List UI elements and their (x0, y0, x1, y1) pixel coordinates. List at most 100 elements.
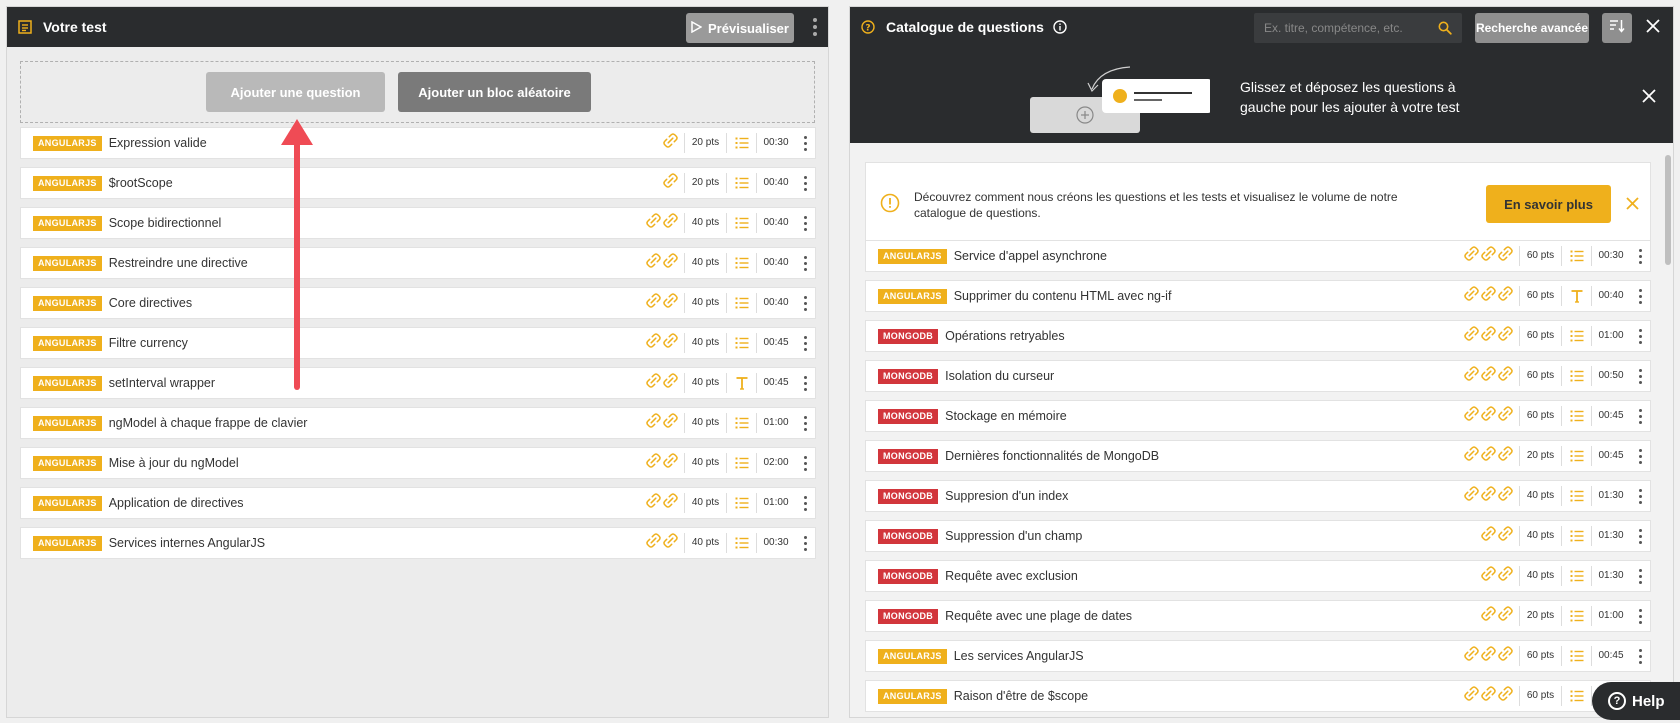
text-type-icon (727, 373, 757, 393)
question-options-icon[interactable] (800, 375, 810, 391)
help-circle-icon[interactable]: ? (860, 19, 876, 35)
add-question-button[interactable]: Ajouter une question (206, 72, 385, 112)
question-row[interactable]: ANGULARJS Application de directives 40 pts… (20, 487, 816, 519)
difficulty-icon (1481, 406, 1496, 426)
question-title: Supprimer du contenu HTML avec ng-if (953, 289, 1172, 303)
close-banner-icon[interactable] (1642, 89, 1656, 103)
question-row[interactable]: ANGULARJS setInterval wrapper 40 pts 00:45 (20, 367, 816, 399)
question-options-icon[interactable] (800, 415, 810, 431)
question-duration: 01:00 (1598, 610, 1624, 621)
question-row[interactable]: ANGULARJS Filtre currency 40 pts 00:45 (20, 327, 816, 359)
question-row[interactable]: MONGODB Isolation du curseur 60 pts 00:50 (865, 360, 1651, 392)
question-row[interactable]: ANGULARJS Supprimer du contenu HTML avec … (865, 280, 1651, 312)
question-row[interactable]: MONGODB Suppresion d'un index 40 pts 01:30 (865, 480, 1651, 512)
question-points: 40 pts (685, 493, 727, 513)
question-options-icon[interactable] (1635, 648, 1645, 664)
question-points: 40 pts (1520, 526, 1562, 546)
question-tag: ANGULARJS (33, 375, 102, 391)
question-options-icon[interactable] (800, 455, 810, 471)
advanced-search-button[interactable]: Recherche avancée (1475, 13, 1589, 43)
multiple-choice-icon (727, 493, 757, 513)
test-panel-title: Votre test (43, 19, 107, 35)
question-options-icon[interactable] (1635, 368, 1645, 384)
question-options-icon[interactable] (1635, 408, 1645, 424)
question-row[interactable]: MONGODB Dernières fonctionnalités de Mong… (865, 440, 1651, 472)
question-row[interactable]: ANGULARJS Les services AngularJS 60 pts 00:… (865, 640, 1651, 672)
catalog-scrollbar[interactable] (1665, 155, 1671, 715)
difficulty-icon (1481, 646, 1496, 666)
question-options-icon[interactable] (800, 335, 810, 351)
multiple-choice-icon (1562, 446, 1592, 466)
question-options-icon[interactable] (800, 535, 810, 551)
question-duration: 00:40 (763, 257, 789, 268)
question-options-icon[interactable] (800, 295, 810, 311)
close-catalog-icon[interactable] (1646, 19, 1660, 33)
question-row[interactable]: ANGULARJS $rootScope 20 pts 00:40 (20, 167, 816, 199)
search-icon[interactable] (1438, 21, 1452, 40)
drop-zone[interactable]: Ajouter une question Ajouter un bloc alé… (20, 61, 815, 123)
question-row[interactable]: ANGULARJS Scope bidirectionnel 40 pts 00:40 (20, 207, 816, 239)
scrollbar-thumb[interactable] (1665, 155, 1671, 265)
info-icon[interactable] (1052, 19, 1068, 35)
question-duration: 00:45 (1598, 450, 1624, 461)
preview-button[interactable]: Prévisualiser (686, 13, 794, 43)
test-options-icon[interactable] (810, 18, 820, 36)
question-title: Mise à jour du ngModel (108, 456, 239, 470)
question-options-icon[interactable] (1635, 288, 1645, 304)
question-options-icon[interactable] (800, 215, 810, 231)
question-tag: MONGODB (878, 488, 939, 504)
question-row[interactable]: ANGULARJS Service d'appel asynchrone 60 pt… (865, 240, 1651, 272)
question-options-icon[interactable] (800, 255, 810, 271)
multiple-choice-icon (1562, 606, 1592, 626)
question-options-icon[interactable] (1635, 488, 1645, 504)
add-random-block-button[interactable]: Ajouter un bloc aléatoire (398, 72, 591, 112)
question-row[interactable]: ANGULARJS Restreindre une directive 40 pts… (20, 247, 816, 279)
multiple-choice-icon (1562, 686, 1592, 706)
difficulty-indicator (1464, 406, 1520, 426)
question-duration: 00:30 (763, 137, 789, 148)
question-tag: ANGULARJS (878, 648, 947, 664)
question-meta: 20 pts 01:00 (1481, 601, 1650, 631)
question-options-icon[interactable] (800, 135, 810, 151)
question-row[interactable]: ANGULARJS Mise à jour du ngModel 40 pts 02:… (20, 447, 816, 479)
question-meta: 60 pts 00:50 (1464, 361, 1650, 391)
multiple-choice-icon (727, 533, 757, 553)
learn-more-button[interactable]: En savoir plus (1486, 185, 1611, 223)
question-row[interactable]: MONGODB Stockage en mémoire 60 pts 00:45 (865, 400, 1651, 432)
question-options-icon[interactable] (1635, 608, 1645, 624)
question-points: 60 pts (1520, 366, 1562, 386)
close-info-icon[interactable] (1626, 197, 1639, 210)
question-options-icon[interactable] (1635, 568, 1645, 584)
sort-button[interactable] (1602, 13, 1632, 43)
question-points: 60 pts (1520, 246, 1562, 266)
question-row[interactable]: ANGULARJS Expression valide 20 pts 00:30 (20, 127, 816, 159)
question-row[interactable]: ANGULARJS Raison d'être de $scope 60 pts (865, 680, 1651, 712)
warning-circle-icon (880, 193, 900, 218)
difficulty-icon (1481, 446, 1496, 466)
question-row[interactable]: MONGODB Suppression d'un champ 40 pts 01:30 (865, 520, 1651, 552)
question-row[interactable]: ANGULARJS Core directives 40 pts 00:40 (20, 287, 816, 319)
question-options-icon[interactable] (1635, 328, 1645, 344)
multiple-choice-icon (1562, 246, 1592, 266)
multiple-choice-icon (727, 293, 757, 313)
question-meta: 60 pts 00:40 (1464, 281, 1650, 311)
question-options-icon[interactable] (1635, 248, 1645, 264)
difficulty-icon (1498, 326, 1513, 346)
question-tag: ANGULARJS (33, 295, 102, 311)
question-row[interactable]: MONGODB Requête avec une plage de dates 20… (865, 600, 1651, 632)
question-row[interactable]: MONGODB Opérations retryables 60 pts 01:00 (865, 320, 1651, 352)
question-options-icon[interactable] (800, 175, 810, 191)
question-points: 40 pts (1520, 566, 1562, 586)
question-row[interactable]: ANGULARJS ngModel à chaque frappe de clav… (20, 407, 816, 439)
question-title: Services internes AngularJS (108, 536, 266, 550)
question-options-icon[interactable] (800, 495, 810, 511)
help-button[interactable]: ? Help (1592, 682, 1680, 720)
question-row[interactable]: MONGODB Requête avec exclusion 40 pts 01:30 (865, 560, 1651, 592)
search-input[interactable] (1264, 21, 1434, 35)
difficulty-indicator (1464, 446, 1520, 466)
question-options-icon[interactable] (1635, 448, 1645, 464)
difficulty-indicator (646, 293, 685, 313)
question-row[interactable]: ANGULARJS Services internes AngularJS 40 p… (20, 527, 816, 559)
question-tag: MONGODB (878, 568, 939, 584)
question-options-icon[interactable] (1635, 528, 1645, 544)
